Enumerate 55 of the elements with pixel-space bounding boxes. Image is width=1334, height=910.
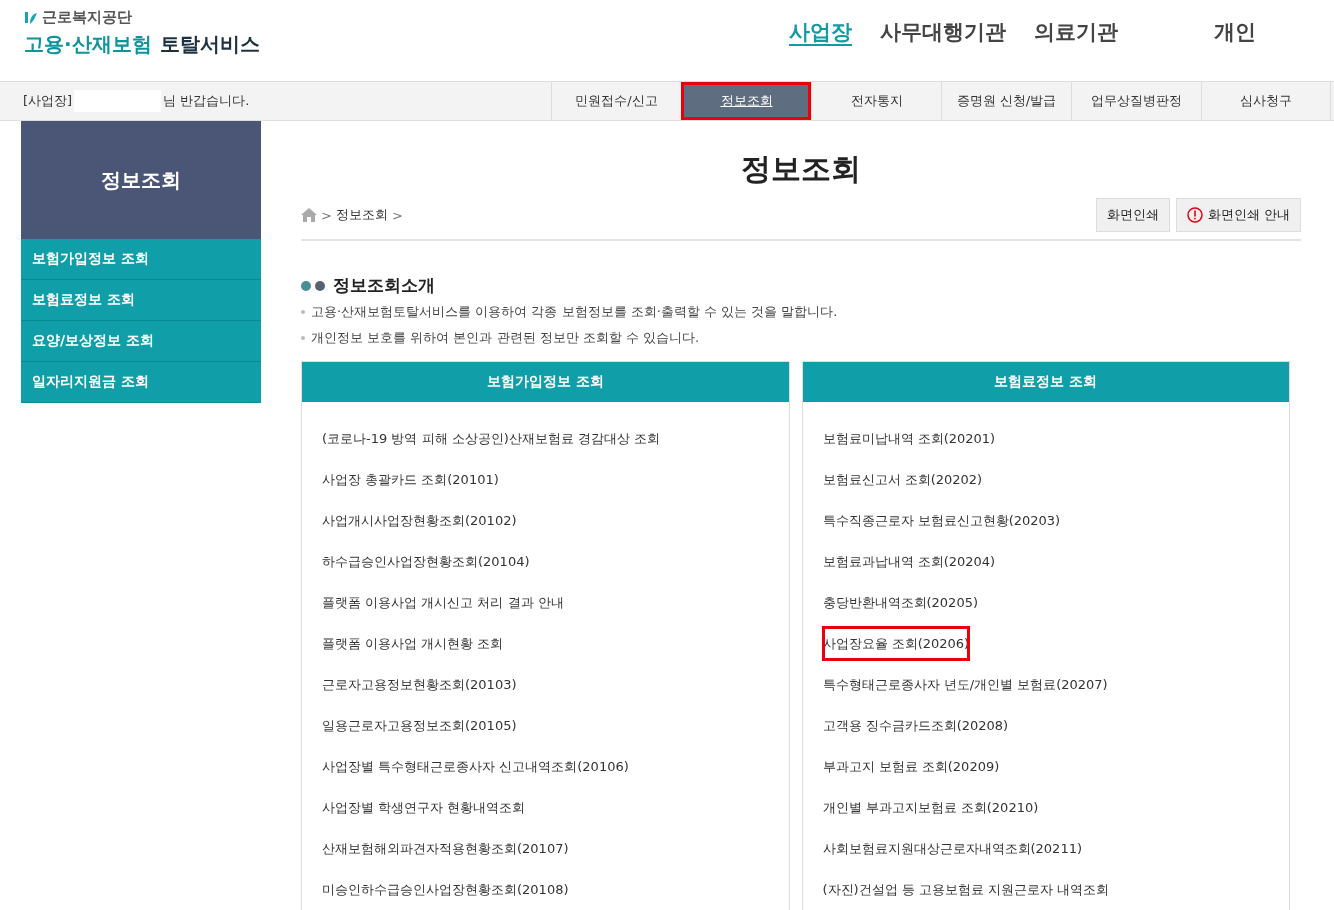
- menu-link[interactable]: 특수직종근로자 보험료신고현황(20203): [818, 500, 1065, 541]
- menu-link[interactable]: 부과고지 보험료 조회(20209): [818, 746, 1004, 787]
- menu-link[interactable]: 산재보험해외파견자적용현황조회(20107): [318, 828, 573, 869]
- greeting-text: 님 반갑습니다.: [163, 92, 250, 110]
- page-title: 정보조회: [740, 150, 862, 188]
- print-button[interactable]: 화면인쇄: [1095, 198, 1170, 232]
- service-title: 고용·산재보험: [24, 31, 152, 58]
- menu-link[interactable]: 미승인하수급승인사업장현황조회(20108): [318, 869, 573, 910]
- note-text: 개인정보 보호를 위하여 본인과 관련된 정보만 조회할 수 있습니다.: [311, 329, 700, 347]
- menu-link[interactable]: 사업장별 학생연구자 현황내역조회: [318, 787, 530, 828]
- menu-link[interactable]: 일용근로자고용정보조회(20105): [318, 705, 521, 746]
- sidebar-title: 정보조회: [21, 121, 261, 239]
- print-button[interactable]: 화면인쇄 안내: [1175, 198, 1301, 232]
- menu-link[interactable]: 보험료신고서 조회(20202): [818, 459, 987, 500]
- menu-link[interactable]: 사업장 총괄카드 조회(20101): [318, 459, 503, 500]
- note-text: 고용·산재보험토탈서비스를 이용하여 각종 보험정보를 조회·출력할 수 있는 것을 말합니다.: [311, 303, 838, 321]
- org-name: 근로복지공단: [42, 8, 132, 27]
- menu-link[interactable]: 근로자고용정보현황조회(20103): [318, 664, 521, 705]
- menu-link[interactable]: 사회보험료지원대상근로자내역조회(20211): [818, 828, 1086, 869]
- alert-icon: [1186, 207, 1203, 223]
- menu-link[interactable]: 사업장요율 조회(20206): [818, 623, 974, 664]
- section-title: 정보조회소개: [333, 274, 435, 297]
- top-nav-link[interactable]: 의료기관: [1034, 18, 1118, 50]
- breadcrumb-separator: >: [321, 207, 332, 223]
- menu-link[interactable]: 충당반환내역조회(20205): [818, 582, 982, 623]
- menu-tab[interactable]: 전자통지: [811, 82, 941, 120]
- bullet-icon: [301, 310, 305, 314]
- menu-tab[interactable]: 증명원 신청/발급: [941, 82, 1071, 120]
- menu-tab[interactable]: 심사청구: [1201, 82, 1331, 120]
- logo-icon: [24, 10, 38, 25]
- service-title: 토탈서비스: [159, 31, 260, 58]
- user-role: [사업장]: [23, 92, 73, 110]
- menu-link[interactable]: 보험료과납내역 조회(20204): [818, 541, 1000, 582]
- panel-title: 보험가입정보 조회: [302, 362, 789, 402]
- menu-link[interactable]: 플랫폼 이용사업 개시현황 조회: [318, 623, 508, 664]
- menu-tab[interactable]: 정보조회: [681, 82, 811, 120]
- breadcrumb-separator: >: [391, 207, 403, 223]
- bullet-dots-icon: [301, 280, 325, 291]
- menu-link[interactable]: 플랫폼 이용사업 개시신고 처리 결과 안내: [318, 582, 568, 623]
- menu-link[interactable]: 개인별 부과고지보험료 조회(20210): [818, 787, 1043, 828]
- menu-link[interactable]: 하수급승인사업장현황조회(20104): [318, 541, 534, 582]
- menu-tab[interactable]: 업무상질병판정: [1071, 82, 1201, 120]
- menu-link[interactable]: 사업개시사업장현황조회(20102): [318, 500, 521, 541]
- panel-title: 보험료정보 조회: [802, 362, 1289, 402]
- menu-link[interactable]: 고객용 징수금카드조회(20208): [818, 705, 1013, 746]
- breadcrumb-item[interactable]: 정보조회: [335, 206, 388, 224]
- menu-link[interactable]: 보험료미납내역 조회(20201): [818, 418, 1000, 459]
- top-nav-link[interactable]: 개인: [1146, 18, 1256, 50]
- home-icon[interactable]: [301, 208, 317, 222]
- top-nav-link[interactable]: 사무대행기관: [880, 18, 1006, 50]
- menu-link[interactable]: 사업장별 특수형태근로종사자 신고내역조회(20106): [318, 746, 633, 787]
- menu-link[interactable]: (자진)건설업 등 고용보험료 지원근로자 내역조회: [818, 869, 1114, 910]
- menu-link[interactable]: 특수형태근로종사자 년도/개인별 보험료(20207): [818, 664, 1112, 705]
- menu-link[interactable]: (코로나-19 방역 피해 소상공인)산재보험료 경감대상 조회: [318, 418, 665, 459]
- bullet-icon: [301, 336, 305, 340]
